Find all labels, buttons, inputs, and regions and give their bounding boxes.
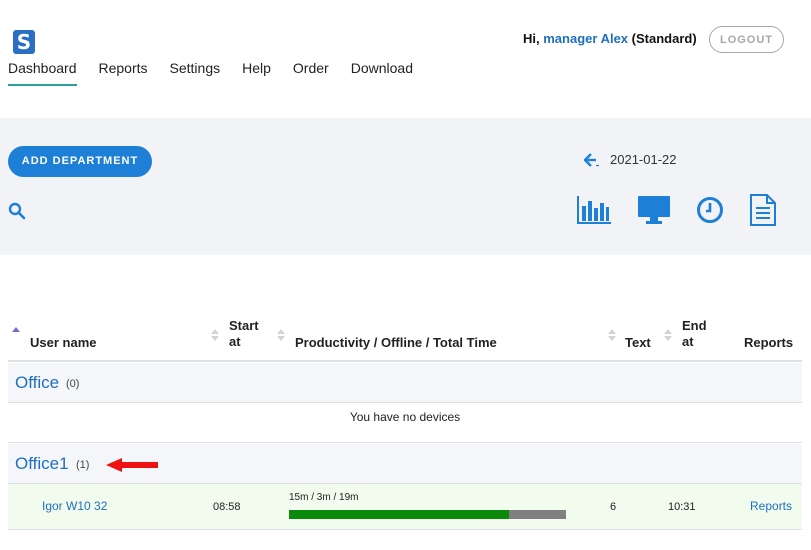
col-end-at-line1: End: [682, 318, 707, 333]
search-icon[interactable]: [8, 202, 26, 220]
department-count: (0): [66, 378, 80, 390]
col-reports: Reports: [744, 335, 794, 350]
main-nav: Dashboard Reports Settings Help Order Do…: [8, 60, 435, 86]
nav-dashboard[interactable]: Dashboard: [8, 60, 77, 86]
table-header: User name Start at Productivity / Offlin…: [8, 314, 802, 362]
sort-icon[interactable]: [211, 328, 219, 342]
document-icon[interactable]: [746, 194, 780, 226]
sort-icon[interactable]: [608, 328, 616, 342]
col-end-at[interactable]: End at: [682, 318, 707, 350]
empty-department-message: You have no devices: [8, 403, 802, 443]
add-department-button[interactable]: ADD DEPARTMENT: [8, 146, 152, 177]
department-name[interactable]: Office: [15, 373, 59, 393]
department-name[interactable]: Office1: [15, 454, 69, 474]
red-arrow-annotation: [106, 458, 158, 472]
user-link[interactable]: Igor W10 32: [42, 499, 107, 513]
col-start-at[interactable]: Start at: [229, 318, 259, 350]
text-count: 6: [610, 501, 617, 513]
app-logo[interactable]: S: [13, 30, 35, 54]
greeting-prefix: Hi,: [523, 31, 540, 46]
start-time: 08:58: [213, 501, 241, 513]
greeting-plan: (Standard): [631, 31, 697, 46]
logout-button[interactable]: LOGOUT: [709, 26, 784, 53]
app-root: S Dashboard Reports Settings Help Order …: [0, 0, 811, 550]
current-date: 2021-01-22: [610, 152, 677, 167]
nav-order[interactable]: Order: [293, 60, 329, 86]
sort-icon[interactable]: [277, 328, 285, 342]
col-user-name[interactable]: User name: [30, 335, 96, 351]
sort-icon[interactable]: [664, 328, 672, 342]
nav-help[interactable]: Help: [242, 60, 271, 86]
department-row-office[interactable]: Office (0): [8, 363, 802, 403]
date-navigator: 2021-01-22: [584, 152, 677, 167]
nav-settings[interactable]: Settings: [170, 60, 221, 86]
productivity-bar: [289, 510, 566, 519]
productivity-text: 15m / 3m / 19m: [289, 492, 359, 503]
col-productivity[interactable]: Productivity / Offline / Total Time: [295, 335, 497, 351]
nav-download[interactable]: Download: [351, 60, 413, 86]
toolbar-panel: ADD DEPARTMENT 2021-01-22: [0, 118, 811, 255]
clock-icon[interactable]: [694, 194, 728, 226]
col-end-at-line2: at: [682, 334, 694, 349]
sort-asc-icon[interactable]: [12, 326, 20, 340]
end-time: 10:31: [668, 501, 696, 513]
user-greeting: Hi, manager Alex (Standard): [523, 31, 697, 46]
table-row[interactable]: Igor W10 32 08:58 15m / 3m / 19m 6 10:31…: [8, 484, 802, 530]
department-count: (1): [76, 459, 90, 471]
reports-link[interactable]: Reports: [750, 499, 792, 513]
greeting-username[interactable]: manager Alex: [543, 31, 628, 46]
col-text[interactable]: Text: [625, 335, 651, 351]
productive-fill: [289, 510, 510, 519]
col-start-at-line2: at: [229, 334, 241, 349]
bar-chart-icon[interactable]: [577, 194, 611, 226]
col-start-at-line1: Start: [229, 318, 259, 333]
arrow-left-icon[interactable]: [584, 152, 600, 167]
monitor-icon[interactable]: [637, 194, 671, 226]
nav-reports[interactable]: Reports: [99, 60, 148, 86]
